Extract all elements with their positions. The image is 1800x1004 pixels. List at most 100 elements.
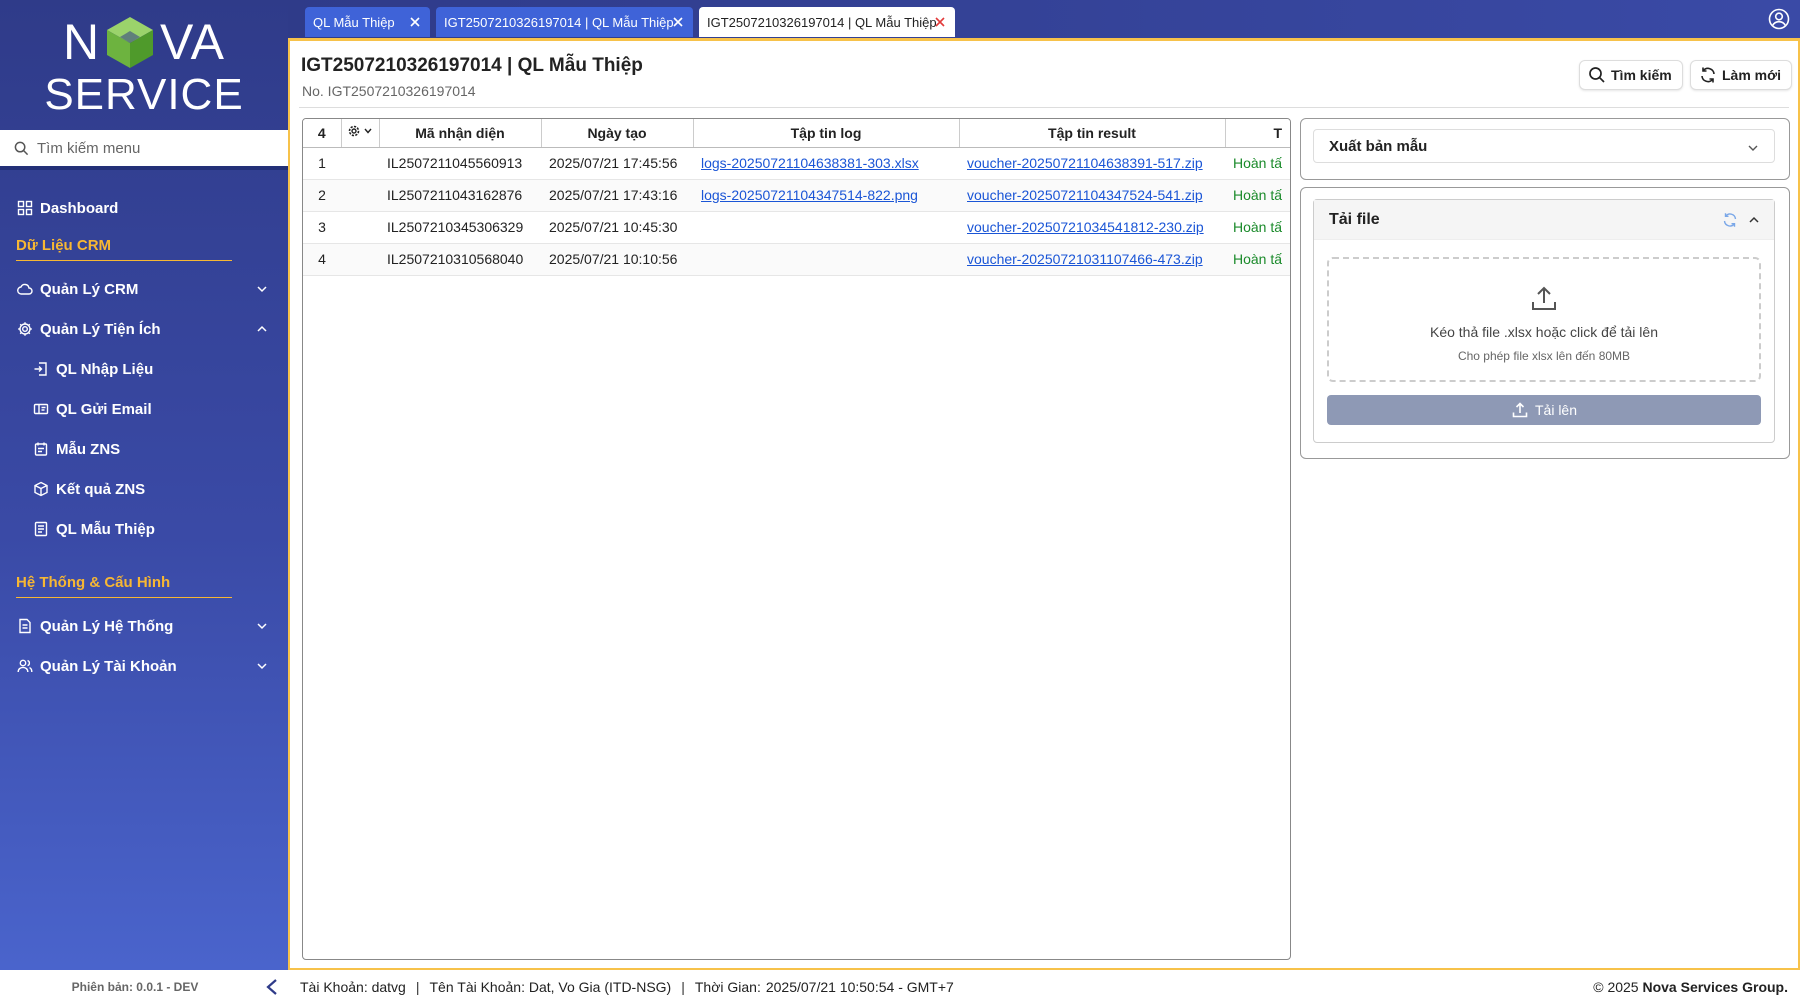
cell-status: Hoàn tấ bbox=[1225, 147, 1290, 180]
sidebar-item-label: Dashboard bbox=[40, 199, 119, 217]
cell-date: 2025/07/21 17:45:56 bbox=[541, 147, 693, 180]
col-header-date[interactable]: Ngày tạo bbox=[541, 119, 694, 148]
page-title: IGT2507210326197014 | QL Mẫu Thiệp bbox=[301, 55, 643, 76]
table-row[interactable]: 3 IL2507210345306329 2025/07/21 10:45:30… bbox=[303, 211, 1290, 244]
footer-separator: | bbox=[681, 979, 685, 995]
row-settings-cell bbox=[341, 179, 379, 212]
chevron-down-icon bbox=[257, 663, 267, 670]
file-drop-zone[interactable]: Kéo thả file .xlsx hoặc click để tải lên… bbox=[1327, 257, 1761, 382]
tab-record-1[interactable]: IGT2507210326197014 | QL Mẫu Thiệp bbox=[436, 7, 693, 37]
cell-status: Hoàn tấ bbox=[1225, 243, 1290, 276]
page-number: No. IGT2507210326197014 bbox=[302, 83, 476, 99]
close-icon[interactable] bbox=[933, 15, 947, 29]
sidebar-item-zns-result[interactable]: Kết quả ZNS bbox=[0, 471, 288, 507]
sidebar-item-data-import[interactable]: QL Nhập Liệu bbox=[0, 351, 288, 387]
chevron-down-icon bbox=[257, 286, 267, 293]
document-icon bbox=[33, 521, 49, 537]
table-row[interactable]: 1 IL2507211045560913 2025/07/21 17:45:56… bbox=[303, 147, 1290, 180]
sidebar-item-email[interactable]: QL Gửi Email bbox=[0, 391, 288, 427]
upload-panel: Tải file Kéo thả file .xlsx hoặc click đ… bbox=[1300, 187, 1790, 459]
tab-record-2-active[interactable]: IGT2507210326197014 | QL Mẫu Thiệp bbox=[699, 7, 955, 37]
copyright: © 2025 Nova Services Group. bbox=[1593, 979, 1788, 995]
col-header-status[interactable]: T bbox=[1225, 119, 1290, 148]
divider bbox=[299, 107, 1789, 108]
col-header-code[interactable]: Mã nhận diện bbox=[379, 119, 542, 148]
sidebar-item-utilities[interactable]: Quản Lý Tiện Ích bbox=[0, 311, 288, 347]
sidebar: N VA SERVICE Dashboard Dữ Liệu CRM Quản … bbox=[0, 0, 288, 970]
search-button[interactable]: Tìm kiếm bbox=[1579, 60, 1683, 90]
logo-text-va: VA bbox=[160, 14, 226, 70]
close-icon[interactable] bbox=[408, 15, 422, 29]
cell-status: Hoàn tấ bbox=[1225, 211, 1290, 244]
copyright-prefix: © 2025 bbox=[1593, 979, 1639, 995]
section-crm-data: Dữ Liệu CRM bbox=[16, 237, 232, 261]
result-file-link[interactable]: voucher-20250721034541812-230.zip bbox=[967, 219, 1204, 235]
tab-card-template[interactable]: QL Mẫu Thiệp bbox=[305, 7, 430, 37]
close-icon[interactable] bbox=[671, 15, 685, 29]
footer-account: Tài Khoản: datvg bbox=[300, 979, 406, 995]
drop-zone-hint: Cho phép file xlsx lên đến 80MB bbox=[1457, 349, 1631, 363]
row-index: 1 bbox=[303, 147, 341, 180]
sidebar-item-label: Quản Lý Tài Khoản bbox=[40, 657, 177, 675]
footer-separator: | bbox=[415, 979, 420, 995]
export-template-select[interactable]: Xuất bản mẫu bbox=[1313, 129, 1775, 163]
copyright-org: Nova Services Group. bbox=[1642, 979, 1788, 995]
cell-status: Hoàn tấ bbox=[1225, 179, 1290, 212]
result-file-link[interactable]: voucher-20250721104638391-517.zip bbox=[967, 155, 1203, 171]
refresh-icon[interactable] bbox=[1722, 212, 1738, 228]
sidebar-item-card-template[interactable]: QL Mẫu Thiệp bbox=[0, 511, 288, 547]
cell-date: 2025/07/21 17:43:16 bbox=[541, 179, 693, 212]
col-header-log[interactable]: Tập tin log bbox=[693, 119, 960, 148]
row-settings-cell bbox=[341, 211, 379, 244]
menu-search-input[interactable] bbox=[37, 139, 267, 157]
upload-icon bbox=[1512, 402, 1528, 418]
version-label: Phiên bản: 0.0.1 - DEV bbox=[71, 980, 199, 994]
row-index: 3 bbox=[303, 211, 341, 244]
logo-text-service: SERVICE bbox=[44, 70, 244, 119]
logo-text-n: N bbox=[62, 14, 101, 70]
section-system-config: Hệ Thống & Cấu Hình bbox=[16, 574, 232, 598]
refresh-button-label: Làm mới bbox=[1722, 67, 1781, 83]
box-icon bbox=[33, 481, 49, 497]
logo[interactable]: N VA SERVICE bbox=[0, 0, 288, 132]
tab-label: IGT2507210326197014 | QL Mẫu Thiệp bbox=[707, 14, 937, 30]
table-row[interactable]: 4 IL2507210310568040 2025/07/21 10:10:56… bbox=[303, 243, 1290, 276]
log-file-link[interactable]: logs-20250721104347514-822.png bbox=[701, 187, 918, 203]
tab-label: IGT2507210326197014 | QL Mẫu Thiệp bbox=[444, 14, 674, 30]
refresh-button[interactable]: Làm mới bbox=[1690, 60, 1792, 90]
document-icon bbox=[17, 618, 33, 634]
upload-button[interactable]: Tải lên bbox=[1327, 395, 1761, 425]
email-icon bbox=[33, 401, 49, 417]
import-icon bbox=[33, 361, 49, 377]
sidebar-item-system[interactable]: Quản Lý Hệ Thống bbox=[0, 608, 288, 644]
cell-date: 2025/07/21 10:10:56 bbox=[541, 243, 693, 276]
table-row[interactable]: 2 IL2507211043162876 2025/07/21 17:43:16… bbox=[303, 179, 1290, 212]
chevron-up-icon[interactable] bbox=[1748, 214, 1760, 226]
sidebar-item-crm[interactable]: Quản Lý CRM bbox=[0, 271, 288, 307]
chevron-up-icon bbox=[257, 325, 267, 332]
chevron-left-icon[interactable] bbox=[265, 978, 279, 996]
col-header-result[interactable]: Tập tin result bbox=[959, 119, 1226, 148]
user-account-icon[interactable] bbox=[1768, 8, 1790, 30]
sidebar-item-dashboard[interactable]: Dashboard bbox=[0, 190, 288, 226]
result-file-link[interactable]: voucher-20250721104347524-541.zip bbox=[967, 187, 1203, 203]
sidebar-item-label: QL Gửi Email bbox=[56, 400, 152, 418]
data-grid: 4 Mã nhận diện Ngày tạo Tập tin log Tập … bbox=[302, 118, 1291, 960]
result-file-link[interactable]: voucher-20250721031107466-473.zip bbox=[967, 251, 1203, 267]
row-index: 4 bbox=[303, 243, 341, 276]
log-file-link[interactable]: logs-20250721104638381-303.xlsx bbox=[701, 155, 919, 171]
cell-code: IL2507210345306329 bbox=[379, 211, 541, 244]
cell-date: 2025/07/21 10:45:30 bbox=[541, 211, 693, 244]
chevron-down-icon bbox=[257, 623, 267, 630]
column-settings[interactable] bbox=[341, 119, 380, 148]
footer-time-value: 2025/07/21 10:50:54 - GMT+7 bbox=[765, 979, 954, 995]
row-index: 2 bbox=[303, 179, 341, 212]
footer-time-label: Thời Gian: bbox=[694, 979, 761, 995]
grid-header-row: 4 Mã nhận diện Ngày tạo Tập tin log Tập … bbox=[303, 119, 1290, 148]
template-icon bbox=[33, 441, 49, 457]
upload-button-label: Tải lên bbox=[1534, 402, 1578, 418]
sidebar-item-zns-template[interactable]: Mẫu ZNS bbox=[0, 431, 288, 467]
sidebar-item-accounts[interactable]: Quản Lý Tài Khoản bbox=[0, 648, 288, 684]
tab-label: QL Mẫu Thiệp bbox=[313, 14, 395, 30]
gear-icon bbox=[348, 125, 372, 137]
